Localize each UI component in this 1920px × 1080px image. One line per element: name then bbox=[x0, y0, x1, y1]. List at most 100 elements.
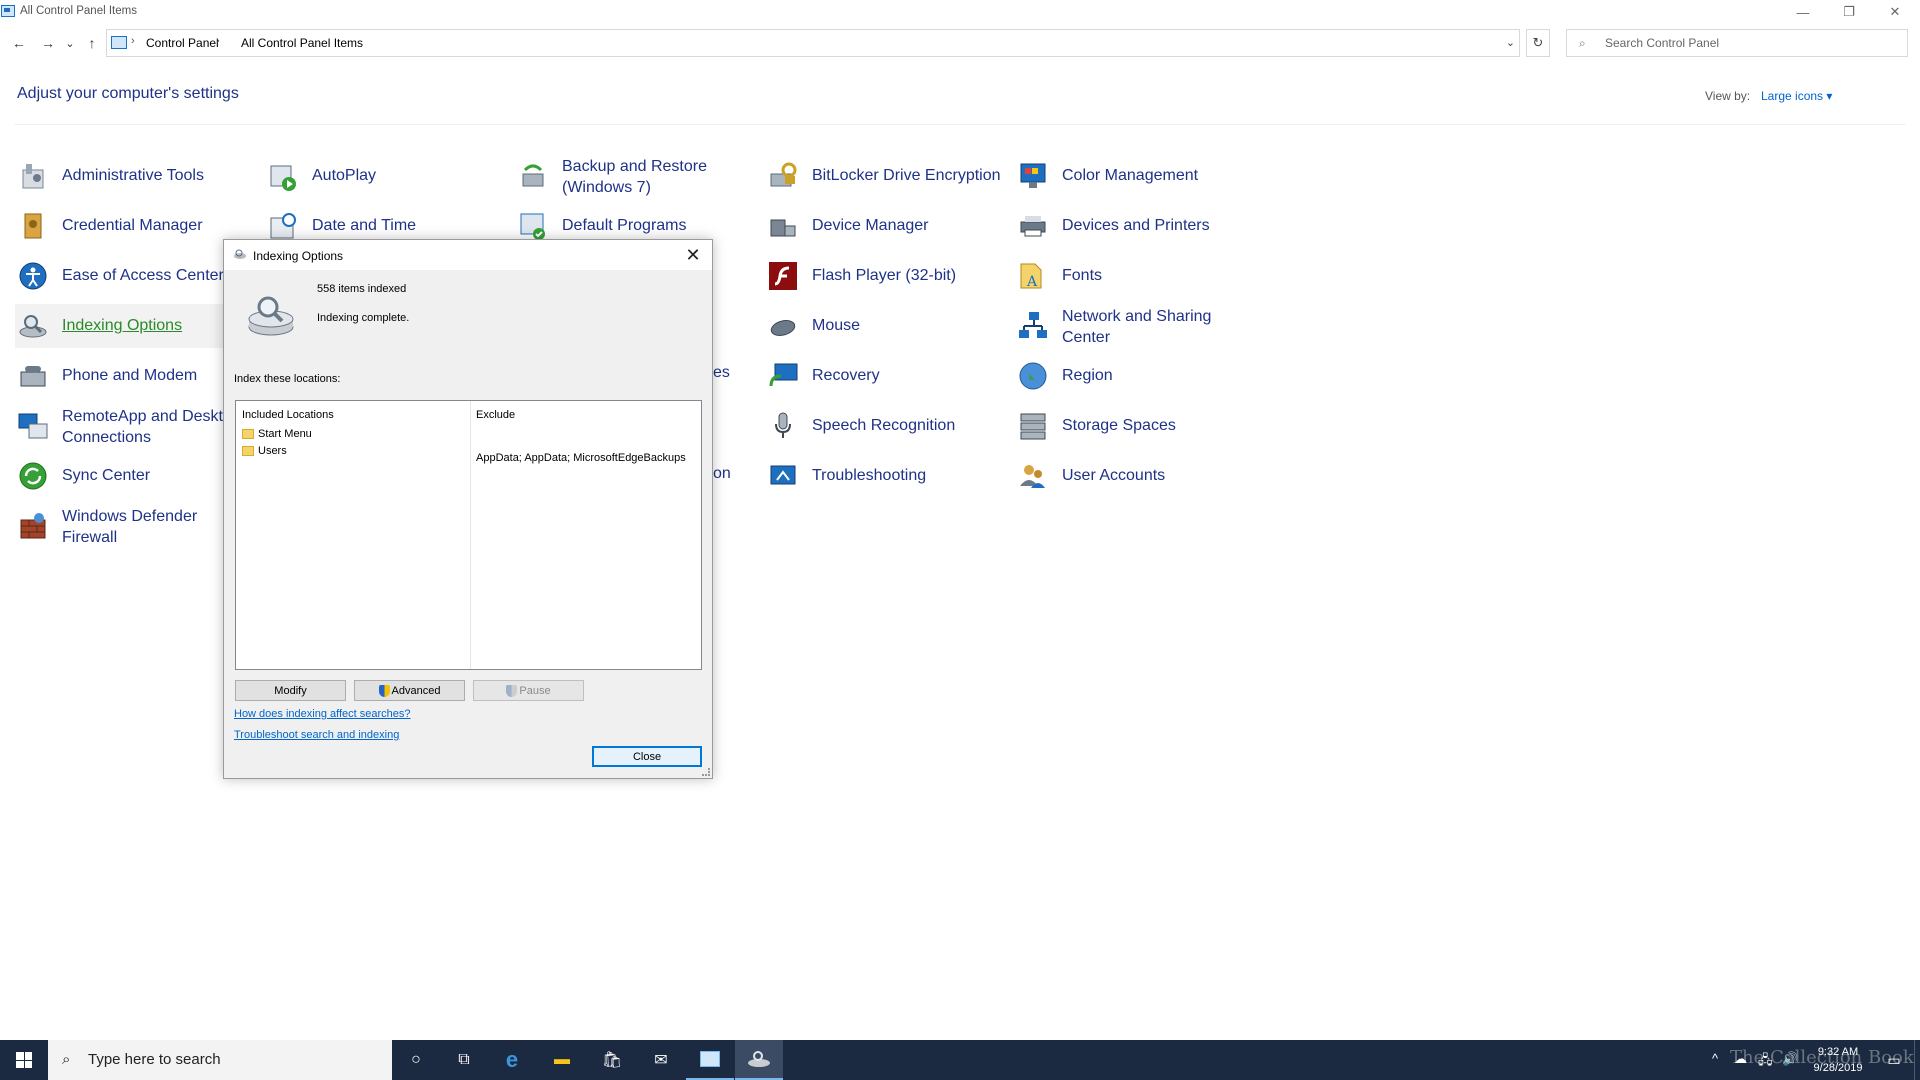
item-label: Network and Sharing bbox=[1062, 308, 1212, 325]
device-manager-icon bbox=[770, 219, 796, 237]
item-region[interactable]: Region bbox=[1017, 354, 1247, 398]
item-credential-manager[interactable]: Credential Manager bbox=[17, 204, 247, 248]
item-label: Speech Recognition bbox=[812, 417, 956, 434]
item-indexing-options[interactable]: Indexing Options bbox=[15, 304, 225, 348]
start-button[interactable] bbox=[0, 1040, 48, 1080]
locations-list[interactable]: Included Locations Exclude Start Menu Us… bbox=[235, 400, 702, 670]
button-label: Advanced bbox=[391, 684, 441, 697]
minimize-button[interactable]: — bbox=[1781, 0, 1825, 24]
address-bar[interactable]: › Control Panel › All Control Panel Item… bbox=[106, 29, 1520, 57]
list-item[interactable]: Start Menu bbox=[242, 428, 312, 440]
control-panel-icon bbox=[1, 5, 15, 17]
breadcrumb-separator: › bbox=[131, 35, 135, 47]
folder-icon bbox=[242, 429, 254, 439]
item-label: Recovery bbox=[812, 367, 880, 384]
refresh-button[interactable]: ↻ bbox=[1526, 29, 1550, 57]
item-ease-of-access[interactable]: Ease of Access Center bbox=[17, 254, 247, 298]
dialog-close-icon[interactable]: ✕ bbox=[682, 244, 704, 266]
recent-locations-button[interactable]: ⌄ bbox=[62, 32, 78, 54]
breadcrumb-all-items[interactable]: All Control Panel Items bbox=[241, 36, 363, 50]
taskbar: ⌕ Type here to search ○ ⧉ e ▬ 🛍 ✉ The Co… bbox=[0, 1040, 1920, 1080]
item-label: AutoPlay bbox=[312, 167, 377, 184]
search-input[interactable] bbox=[1605, 35, 1895, 51]
volume-icon[interactable]: 🔊 bbox=[1782, 1051, 1798, 1067]
item-remoteapp[interactable]: RemoteApp and Deskto Connections bbox=[17, 404, 232, 448]
item-sync-center[interactable]: Sync Center bbox=[17, 454, 217, 498]
item-fonts[interactable]: A Fonts bbox=[1017, 254, 1247, 298]
indexing-options-taskbar-icon[interactable] bbox=[735, 1040, 783, 1080]
store-icon[interactable]: 🛍 bbox=[588, 1040, 636, 1080]
taskbar-search-box[interactable]: ⌕ Type here to search bbox=[48, 1040, 392, 1080]
sync-icon bbox=[19, 462, 47, 490]
back-button[interactable]: ← bbox=[8, 32, 30, 54]
pause-button[interactable]: Pause bbox=[473, 680, 584, 701]
troubleshoot-icon bbox=[770, 465, 796, 485]
item-administrative-tools[interactable]: Administrative Tools bbox=[17, 154, 247, 198]
up-button[interactable]: ↑ bbox=[81, 32, 103, 54]
cortana-icon[interactable]: ○ bbox=[392, 1040, 440, 1080]
resize-grip[interactable] bbox=[702, 768, 710, 776]
notifications-icon[interactable]: ▭ bbox=[1874, 1040, 1914, 1080]
advanced-button[interactable]: Advanced bbox=[354, 680, 465, 701]
item-label: Default Programs bbox=[562, 217, 687, 234]
item-backup-restore[interactable]: Backup and Restore (Windows 7) bbox=[517, 154, 747, 198]
edge-icon[interactable]: e bbox=[488, 1040, 536, 1080]
item-bitlocker[interactable]: BitLocker Drive Encryption bbox=[767, 154, 1017, 198]
dialog-title-bar[interactable]: Indexing Options ✕ bbox=[224, 240, 712, 270]
file-explorer-icon[interactable]: ▬ bbox=[538, 1040, 586, 1080]
credential-icon bbox=[24, 213, 42, 239]
task-view-icon[interactable]: ⧉ bbox=[440, 1040, 488, 1080]
item-autoplay[interactable]: AutoPlay bbox=[267, 154, 497, 198]
partially-hidden-item-label[interactable]: es bbox=[713, 364, 730, 382]
divider bbox=[14, 124, 1906, 125]
item-color-management[interactable]: Color Management bbox=[1017, 154, 1247, 198]
tray-chevron-icon[interactable]: ^ bbox=[1712, 1051, 1718, 1066]
breadcrumb-control-panel[interactable]: Control Panel bbox=[146, 36, 219, 50]
item-label: Devices and Printers bbox=[1062, 217, 1210, 234]
control-panel-taskbar-icon[interactable] bbox=[686, 1040, 734, 1080]
item-label: Sync Center bbox=[62, 467, 151, 484]
item-flash-player[interactable]: Flash Player (32-bit) bbox=[767, 254, 997, 298]
column-header-included[interactable]: Included Locations bbox=[242, 409, 334, 421]
color-management-icon bbox=[1020, 163, 1046, 188]
how-indexing-affects-link[interactable]: How does indexing affect searches? bbox=[234, 708, 411, 720]
item-troubleshooting[interactable]: Troubleshooting bbox=[767, 454, 997, 498]
show-desktop-button[interactable] bbox=[1914, 1040, 1920, 1080]
mail-icon[interactable]: ✉ bbox=[637, 1040, 685, 1080]
search-box[interactable]: ⌕ bbox=[1566, 29, 1908, 57]
item-mouse[interactable]: Mouse bbox=[767, 304, 997, 348]
taskbar-search-placeholder: Type here to search bbox=[88, 1051, 221, 1068]
indexing-status-icon bbox=[248, 296, 294, 336]
list-item[interactable]: Users bbox=[242, 445, 287, 457]
button-label: Modify bbox=[274, 684, 307, 697]
modify-button[interactable]: Modify bbox=[235, 680, 346, 701]
item-storage-spaces[interactable]: Storage Spaces bbox=[1017, 404, 1247, 448]
item-network-sharing[interactable]: Network and Sharing Center bbox=[1017, 304, 1247, 348]
locations-label: Index these locations: bbox=[234, 373, 341, 385]
bitlocker-icon bbox=[770, 162, 797, 187]
close-button[interactable]: Close bbox=[592, 746, 702, 767]
troubleshoot-indexing-link[interactable]: Troubleshoot search and indexing bbox=[234, 729, 399, 741]
window-title-bar: All Control Panel Items — ❐ ✕ bbox=[0, 0, 1920, 24]
item-recovery[interactable]: Recovery bbox=[767, 354, 997, 398]
system-clock[interactable]: 9:32 AM 9/28/2019 bbox=[1806, 1044, 1870, 1076]
item-devices-printers[interactable]: Devices and Printers bbox=[1017, 204, 1247, 248]
view-by-dropdown[interactable]: Large icons ▾ bbox=[1761, 89, 1832, 103]
item-phone-modem[interactable]: Phone and Modem bbox=[17, 354, 217, 398]
column-header-exclude[interactable]: Exclude bbox=[476, 409, 515, 421]
item-user-accounts[interactable]: User Accounts bbox=[1017, 454, 1247, 498]
microphone-icon bbox=[775, 412, 791, 438]
restore-button[interactable]: ❐ bbox=[1827, 0, 1871, 24]
item-speech-recognition[interactable]: Speech Recognition bbox=[767, 404, 997, 448]
item-windows-defender-firewall[interactable]: Windows Defender Firewall bbox=[17, 504, 217, 548]
partially-hidden-item-label[interactable]: on bbox=[713, 465, 731, 483]
forward-button[interactable]: → bbox=[37, 32, 59, 54]
page-title: Adjust your computer's settings bbox=[17, 85, 239, 102]
close-window-button[interactable]: ✕ bbox=[1873, 0, 1917, 24]
item-device-manager[interactable]: Device Manager bbox=[767, 204, 997, 248]
indexing-options-dialog: Indexing Options ✕ 558 items indexed Ind… bbox=[223, 239, 713, 779]
address-dropdown-icon[interactable]: ⌄ bbox=[1506, 36, 1515, 49]
onedrive-icon[interactable]: ☁ bbox=[1734, 1051, 1747, 1067]
printer-icon bbox=[1020, 216, 1046, 237]
network-icon[interactable]: 🖧 bbox=[1758, 1051, 1773, 1073]
